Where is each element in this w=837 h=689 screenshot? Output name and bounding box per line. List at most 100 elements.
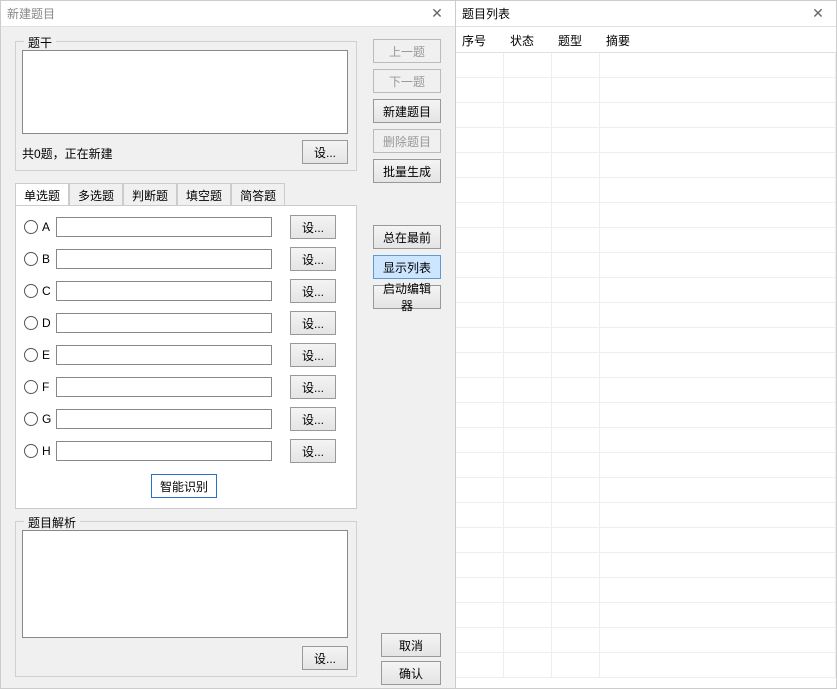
- option-label: G: [42, 412, 56, 426]
- col-header-status[interactable]: 状态: [504, 27, 552, 52]
- stem-set-button[interactable]: 设...: [302, 140, 348, 164]
- table-row[interactable]: [456, 503, 836, 528]
- col-header-summary[interactable]: 摘要: [600, 27, 836, 52]
- option-radio[interactable]: [24, 284, 38, 298]
- grid-header: 序号 状态 题型 摘要: [456, 27, 836, 53]
- side-button-column: 上一题 下一题 新建题目 删除题目 批量生成 总在最前 显示列表 启动编辑器: [373, 39, 445, 315]
- batch-generate-button[interactable]: 批量生成: [373, 159, 441, 183]
- col-header-index[interactable]: 序号: [456, 27, 504, 52]
- new-question-panel: 新建题目 ✕ 题干 共0题，正在新建 设... 单选题 多选题 判断题 填空题 …: [0, 0, 456, 689]
- option-row: B 设...: [24, 248, 348, 270]
- table-row[interactable]: [456, 403, 836, 428]
- option-label: B: [42, 252, 56, 266]
- option-radio[interactable]: [24, 252, 38, 266]
- tab-short-answer[interactable]: 简答题: [231, 183, 285, 205]
- next-question-button[interactable]: 下一题: [373, 69, 441, 93]
- tab-single-choice[interactable]: 单选题: [15, 183, 69, 205]
- table-row[interactable]: [456, 478, 836, 503]
- show-list-button[interactable]: 显示列表: [373, 255, 441, 279]
- option-set-button[interactable]: 设...: [290, 407, 336, 431]
- launch-editor-button[interactable]: 启动编辑器: [373, 285, 441, 309]
- option-row: A 设...: [24, 216, 348, 238]
- table-row[interactable]: [456, 628, 836, 653]
- table-row[interactable]: [456, 378, 836, 403]
- option-set-button[interactable]: 设...: [290, 375, 336, 399]
- option-set-button[interactable]: 设...: [290, 311, 336, 335]
- option-set-button[interactable]: 设...: [290, 279, 336, 303]
- table-row[interactable]: [456, 278, 836, 303]
- prev-question-button[interactable]: 上一题: [373, 39, 441, 63]
- analysis-textarea[interactable]: [22, 530, 348, 638]
- col-header-type[interactable]: 题型: [552, 27, 600, 52]
- table-row[interactable]: [456, 178, 836, 203]
- table-row[interactable]: [456, 103, 836, 128]
- stem-textarea[interactable]: [22, 50, 348, 134]
- option-input[interactable]: [56, 409, 272, 429]
- option-label: D: [42, 316, 56, 330]
- analysis-set-button[interactable]: 设...: [302, 646, 348, 670]
- option-input[interactable]: [56, 345, 272, 365]
- tab-fill[interactable]: 填空题: [177, 183, 231, 205]
- option-label: A: [42, 220, 56, 234]
- option-label: E: [42, 348, 56, 362]
- option-input[interactable]: [56, 281, 272, 301]
- table-row[interactable]: [456, 453, 836, 478]
- stem-legend: 题干: [24, 34, 56, 51]
- option-radio[interactable]: [24, 412, 38, 426]
- option-radio[interactable]: [24, 444, 38, 458]
- option-row: F 设...: [24, 376, 348, 398]
- table-row[interactable]: [456, 203, 836, 228]
- table-row[interactable]: [456, 228, 836, 253]
- option-input[interactable]: [56, 377, 272, 397]
- grid-body: [456, 53, 836, 688]
- tab-multi-choice[interactable]: 多选题: [69, 183, 123, 205]
- option-row: G 设...: [24, 408, 348, 430]
- confirm-button[interactable]: 确认: [381, 661, 441, 685]
- delete-question-button[interactable]: 删除题目: [373, 129, 441, 153]
- option-label: H: [42, 444, 56, 458]
- table-row[interactable]: [456, 428, 836, 453]
- new-question-button[interactable]: 新建题目: [373, 99, 441, 123]
- question-type-tabs: 单选题 多选题 判断题 填空题 简答题 A 设... B 设... C 设... D 设...…: [15, 183, 357, 509]
- option-radio[interactable]: [24, 316, 38, 330]
- option-row: E 设...: [24, 344, 348, 366]
- cancel-button[interactable]: 取消: [381, 633, 441, 657]
- close-icon[interactable]: ✕: [806, 5, 830, 22]
- option-radio[interactable]: [24, 380, 38, 394]
- option-set-button[interactable]: 设...: [290, 215, 336, 239]
- option-radio[interactable]: [24, 220, 38, 234]
- table-row[interactable]: [456, 353, 836, 378]
- table-row[interactable]: [456, 528, 836, 553]
- option-label: C: [42, 284, 56, 298]
- table-row[interactable]: [456, 553, 836, 578]
- table-row[interactable]: [456, 603, 836, 628]
- table-row[interactable]: [456, 53, 836, 78]
- tab-body: A 设... B 设... C 设... D 设... E 设... F 设... G 设... H 设...…: [15, 205, 357, 509]
- option-input[interactable]: [56, 249, 272, 269]
- close-icon[interactable]: ✕: [425, 5, 449, 22]
- option-set-button[interactable]: 设...: [290, 343, 336, 367]
- tab-strip: 单选题 多选题 判断题 填空题 简答题: [15, 183, 357, 205]
- option-label: F: [42, 380, 56, 394]
- stem-fieldset: 题干 共0题，正在新建 设...: [15, 41, 357, 171]
- always-on-top-button[interactable]: 总在最前: [373, 225, 441, 249]
- option-input[interactable]: [56, 313, 272, 333]
- table-row[interactable]: [456, 78, 836, 103]
- option-input[interactable]: [56, 441, 272, 461]
- table-row[interactable]: [456, 153, 836, 178]
- option-set-button[interactable]: 设...: [290, 247, 336, 271]
- left-title: 新建题目: [7, 5, 425, 22]
- table-row[interactable]: [456, 253, 836, 278]
- table-row[interactable]: [456, 653, 836, 678]
- option-radio[interactable]: [24, 348, 38, 362]
- table-row[interactable]: [456, 303, 836, 328]
- table-row[interactable]: [456, 328, 836, 353]
- option-set-button[interactable]: 设...: [290, 439, 336, 463]
- table-row[interactable]: [456, 128, 836, 153]
- tab-judge[interactable]: 判断题: [123, 183, 177, 205]
- right-titlebar: 题目列表 ✕: [456, 1, 836, 27]
- left-titlebar: 新建题目 ✕: [1, 1, 455, 27]
- option-input[interactable]: [56, 217, 272, 237]
- table-row[interactable]: [456, 578, 836, 603]
- smart-recognize-button[interactable]: 智能识别: [151, 474, 217, 498]
